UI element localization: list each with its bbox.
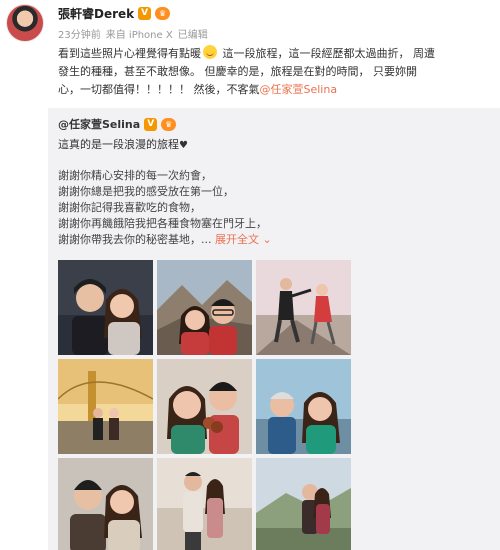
post-text-line1c: 周遭 bbox=[413, 47, 435, 60]
weibo-post: 張軒睿Derek V ♛ 23分钟前 来自 iPhone X 已编辑 看到這些照… bbox=[0, 0, 500, 550]
repost-line-last: 謝謝你帶我去你的秘密基地，... 展开全文 ⌄ bbox=[58, 232, 272, 248]
photo-couple-valley[interactable] bbox=[256, 458, 351, 550]
verified-badge-icon: V bbox=[144, 117, 158, 131]
post-text-line2b: 但慶幸的是，旅程是在對的時間， bbox=[204, 65, 370, 78]
repost-line: 謝謝你記得我喜歡吃的食物， bbox=[58, 201, 201, 214]
post-author: 張軒睿Derek V ♛ bbox=[58, 5, 171, 22]
photo-couple-food[interactable] bbox=[157, 359, 252, 454]
repost-line: 謝謝你再饑餓陪我把各種食物塞在門牙上， bbox=[58, 217, 267, 230]
post-text-line2c: 只要妳開 bbox=[373, 65, 417, 78]
repost-line: 謝謝你總是把我的感受放在第一位， bbox=[58, 185, 234, 198]
post-text-line1b: 這一段旅程，這一段經歷都太過曲折， bbox=[222, 47, 410, 60]
post-text-line1a: 看到這些照片心裡覺得有點暖 bbox=[58, 47, 201, 60]
repost-line: 謝謝你帶我去你的秘密基地，... bbox=[58, 233, 212, 246]
photo-couple-selfie-mountain[interactable] bbox=[157, 260, 252, 355]
author-name[interactable]: 張軒睿Derek bbox=[58, 5, 134, 22]
repost-author: @任家萱Selina V ♛ bbox=[58, 116, 177, 132]
photo-couple-selfie-boat[interactable] bbox=[256, 359, 351, 454]
photo-couple-selfie-jackets[interactable] bbox=[58, 458, 153, 550]
avatar[interactable] bbox=[6, 4, 44, 42]
repost-text-line1: 這真的是一段浪漫的旅程♥ bbox=[58, 136, 188, 152]
repost-body: 謝謝你精心安排的每一次約會， 謝謝你總是把我的感受放在第一位， 謝謝你記得我喜歡… bbox=[58, 168, 272, 248]
photo-couple-dancing-outdoors[interactable] bbox=[256, 260, 351, 355]
vip-badge-icon: ♛ bbox=[161, 117, 177, 131]
post-text-line3: 心，一切都值得！！！！！ bbox=[58, 83, 190, 96]
post-body: 看到這些照片心裡覺得有點暖 這一段旅程，這一段經歷都太過曲折， 周遭 發生的種種… bbox=[58, 45, 490, 99]
verified-badge-icon: V bbox=[138, 6, 152, 20]
photo-couple-selfie-night[interactable] bbox=[58, 260, 153, 355]
expand-label: 展开全文 bbox=[215, 233, 259, 246]
repost-line: 謝謝你精心安排的每一次約會， bbox=[58, 169, 212, 182]
expand-full-text-link[interactable]: 展开全文 ⌄ bbox=[215, 233, 272, 246]
photo-couple-bridge[interactable] bbox=[58, 359, 153, 454]
smile-emoji-icon bbox=[203, 45, 217, 59]
post-text-line2: 發生的種種，甚至不敢想像。 bbox=[58, 65, 201, 78]
edited-label[interactable]: 已编辑 bbox=[178, 26, 208, 41]
vip-badge-icon: ♛ bbox=[155, 6, 171, 20]
mention-link[interactable]: @任家萱Selina bbox=[260, 83, 338, 96]
chevron-down-icon: ⌄ bbox=[262, 233, 272, 246]
photo-couple-posing[interactable] bbox=[157, 458, 252, 550]
post-text-line3b: 然後，不客氣 bbox=[193, 83, 260, 96]
repost-first-line: 這真的是一段浪漫的旅程 bbox=[58, 138, 179, 151]
repost-author-name[interactable]: @任家萱Selina bbox=[58, 116, 140, 132]
repost-block: @任家萱Selina V ♛ 這真的是一段浪漫的旅程♥ 謝謝你精心安排的每一次約… bbox=[48, 108, 500, 550]
heart-icon: ♥ bbox=[179, 140, 188, 151]
post-source: 来自 iPhone X bbox=[105, 30, 173, 41]
post-meta: 23分钟前 来自 iPhone X 已编辑 bbox=[58, 26, 208, 41]
post-time[interactable]: 23分钟前 bbox=[58, 26, 101, 41]
